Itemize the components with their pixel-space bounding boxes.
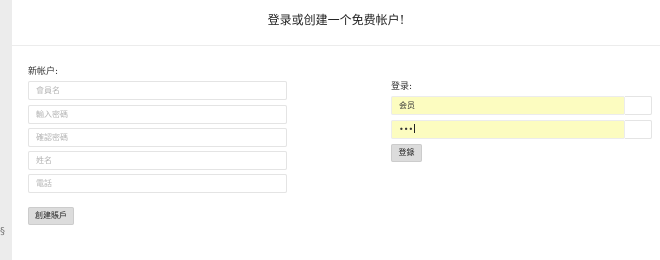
new-account-label: 新帐户: (28, 67, 59, 77)
login-username-input[interactable]: 会员 (391, 96, 625, 115)
name-input[interactable]: 姓名 (28, 151, 287, 170)
login-password-input[interactable]: ••• (391, 120, 625, 139)
login-password-value: ••• (399, 125, 414, 134)
login-username-input-end[interactable] (625, 96, 652, 115)
password-input[interactable]: 輸入密碼 (28, 105, 287, 124)
confirm-password-input[interactable]: 確認密碼 (28, 128, 287, 147)
login-register-panel: 登录或创建一个免费帐户! 新帐户: 會員名 輸入密碼 確認密碼 姓名 電話 創建… (12, 0, 660, 260)
phone-input[interactable]: 電話 (28, 174, 287, 193)
login-username-value: 会员 (399, 101, 415, 110)
create-account-button[interactable]: 創建賬戶 (28, 207, 74, 225)
text-cursor (414, 124, 416, 133)
side-edge-glyph: § (0, 226, 5, 237)
page-header: 登录或创建一个免费帐户! (12, 0, 660, 46)
username-input[interactable]: 會員名 (28, 81, 287, 100)
login-label: 登录: (391, 82, 413, 92)
page-title: 登录或创建一个免费帐户! (267, 13, 405, 27)
login-password-input-end[interactable] (625, 120, 652, 139)
login-button[interactable]: 登錄 (391, 144, 422, 162)
